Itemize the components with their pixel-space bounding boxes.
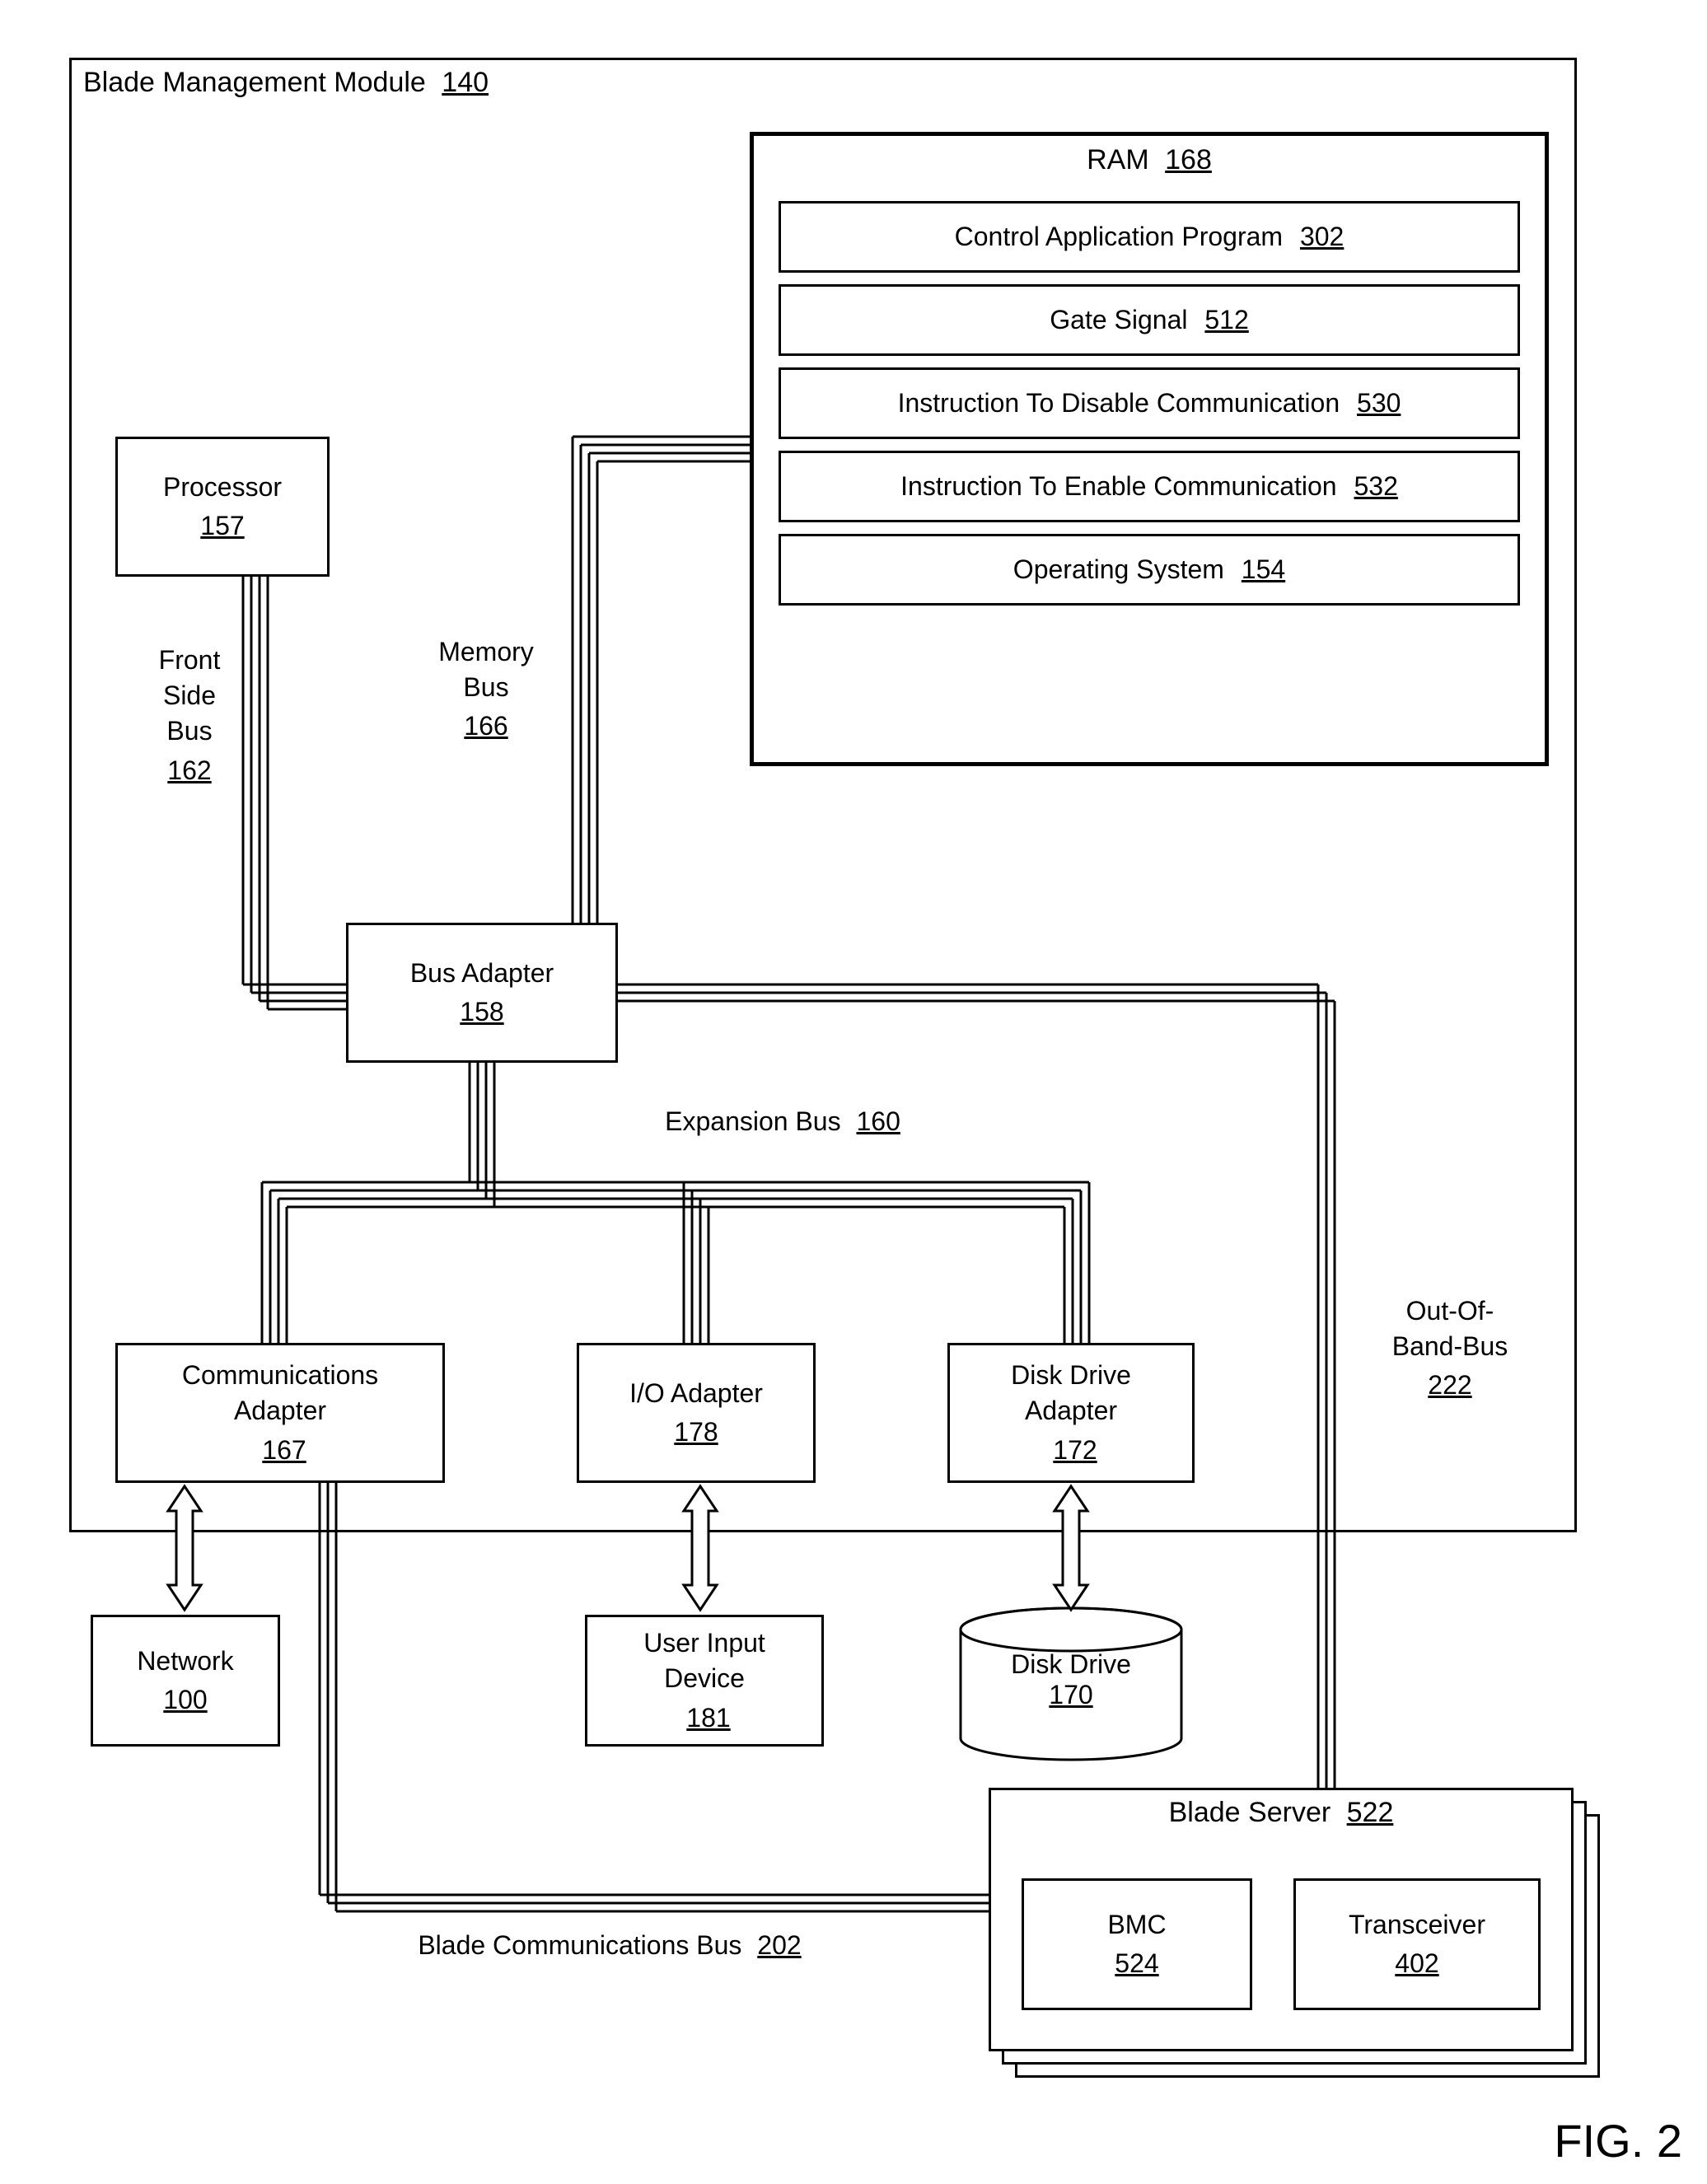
dd-adapter-label: Disk Drive Adapter xyxy=(1011,1358,1131,1429)
ram-title: RAM 168 xyxy=(754,136,1545,189)
comm-adapter-box: Communications Adapter 167 xyxy=(115,1343,445,1483)
ram-ref: 168 xyxy=(1165,144,1212,175)
membus-text: Memory Bus xyxy=(438,637,534,702)
processor-label: Processor xyxy=(163,470,282,505)
membus-ref: 166 xyxy=(420,709,552,744)
ram-item-label: Instruction To Enable Communication xyxy=(900,471,1336,501)
ram-item-gate-signal: Gate Signal 512 xyxy=(779,284,1520,356)
bus-adapter-box: Bus Adapter 158 xyxy=(346,923,618,1063)
fsb-text: Front Side Bus xyxy=(159,645,221,746)
transceiver-ref: 402 xyxy=(1395,1946,1438,1981)
diagram-canvas: Blade Management Module 140 RAM 168 Cont… xyxy=(33,33,1674,2151)
dd-adapter-box: Disk Drive Adapter 172 xyxy=(947,1343,1195,1483)
ram-item-label: Instruction To Disable Communication xyxy=(898,388,1340,418)
figure-label: FIG. 2 xyxy=(1554,2114,1682,2168)
bladebus-text: Blade Communications Bus xyxy=(418,1930,741,1960)
ram-item-ref: 512 xyxy=(1204,305,1248,334)
memory-bus-label: Memory Bus 166 xyxy=(420,634,552,745)
disk-drive-text: Disk Drive 170 xyxy=(956,1649,1186,1710)
dd-adapter-ref: 172 xyxy=(1053,1433,1097,1468)
uid-ref: 181 xyxy=(686,1700,730,1736)
comm-adapter-label: Communications Adapter xyxy=(182,1358,378,1429)
ram-item-ref: 302 xyxy=(1300,222,1344,251)
ram-item-label: Operating System xyxy=(1013,554,1224,584)
bmc-label: BMC xyxy=(1107,1907,1166,1943)
network-ref: 100 xyxy=(163,1682,207,1718)
disk-drive-cylinder: Disk Drive 170 xyxy=(956,1606,1186,1763)
disk-drive-ref: 170 xyxy=(1049,1680,1092,1709)
blade-server-ref: 522 xyxy=(1347,1797,1394,1828)
blade-communications-bus-label: Blade Communications Bus 202 xyxy=(362,1928,857,1963)
uid-label: User Input Device xyxy=(643,1625,765,1696)
out-of-band-bus-label: Out-Of- Band-Bus 222 xyxy=(1368,1293,1532,1404)
bladebus-ref: 202 xyxy=(757,1930,801,1960)
expbus-ref: 160 xyxy=(856,1106,900,1136)
ram-item-control-app: Control Application Program 302 xyxy=(779,201,1520,273)
io-adapter-box: I/O Adapter 178 xyxy=(577,1343,816,1483)
blade-server-title: Blade Server 522 xyxy=(991,1797,1571,1829)
ram-item-enable: Instruction To Enable Communication 532 xyxy=(779,451,1520,522)
front-side-bus-label: Front Side Bus 162 xyxy=(140,643,239,788)
ram-box: RAM 168 Control Application Program 302 … xyxy=(750,132,1549,766)
ram-item-os: Operating System 154 xyxy=(779,534,1520,606)
oobbus-text: Out-Of- Band-Bus xyxy=(1392,1296,1508,1361)
expbus-text: Expansion Bus xyxy=(665,1106,840,1136)
transceiver-box: Transceiver 402 xyxy=(1293,1878,1541,2010)
ram-item-disable: Instruction To Disable Communication 530 xyxy=(779,367,1520,439)
bmc-ref: 524 xyxy=(1115,1946,1158,1981)
network-box: Network 100 xyxy=(91,1615,280,1747)
fsb-ref: 162 xyxy=(140,753,239,788)
processor-box: Processor 157 xyxy=(115,437,330,577)
ram-title-text: RAM xyxy=(1087,144,1149,175)
bus-adapter-ref: 158 xyxy=(460,994,503,1030)
ram-item-ref: 532 xyxy=(1354,471,1397,501)
bmm-ref: 140 xyxy=(442,67,489,98)
transceiver-label: Transceiver xyxy=(1349,1907,1485,1943)
oobbus-ref: 222 xyxy=(1368,1368,1532,1403)
ram-item-ref: 530 xyxy=(1357,388,1401,418)
blade-management-module-title: Blade Management Module 140 xyxy=(83,67,489,99)
bus-adapter-label: Bus Adapter xyxy=(410,956,554,991)
uid-box: User Input Device 181 xyxy=(585,1615,824,1747)
bmc-box: BMC 524 xyxy=(1022,1878,1252,2010)
expansion-bus-label: Expansion Bus 160 xyxy=(610,1104,956,1139)
io-adapter-label: I/O Adapter xyxy=(629,1376,763,1411)
blade-server-label: Blade Server xyxy=(1169,1797,1331,1828)
ram-item-label: Gate Signal xyxy=(1050,305,1187,334)
io-adapter-ref: 178 xyxy=(674,1415,718,1450)
comm-adapter-ref: 167 xyxy=(262,1433,306,1468)
bmm-title-text: Blade Management Module xyxy=(83,67,426,98)
network-label: Network xyxy=(137,1644,233,1679)
processor-ref: 157 xyxy=(200,508,244,544)
ram-item-ref: 154 xyxy=(1242,554,1285,584)
ram-item-label: Control Application Program xyxy=(955,222,1283,251)
disk-drive-label: Disk Drive xyxy=(1011,1649,1131,1679)
